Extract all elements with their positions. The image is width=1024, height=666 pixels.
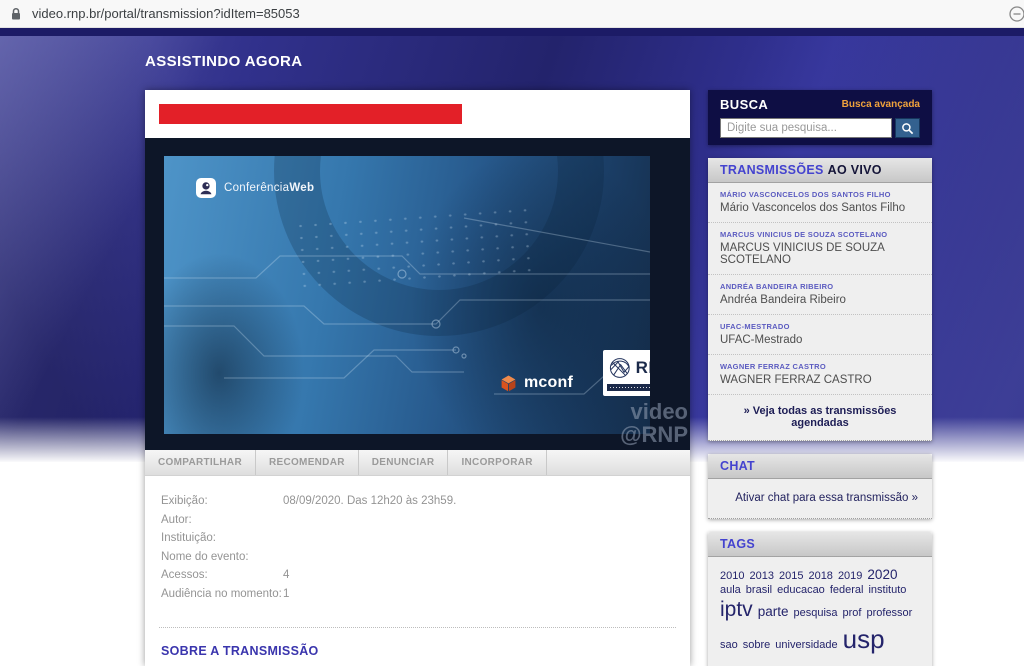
video-frame: ConferênciaWeb mconf bbox=[164, 156, 650, 434]
transmission-metadata: Exibição: 08/09/2020. Das 12h20 às 23h59… bbox=[145, 476, 690, 603]
metadata-label: Acessos: bbox=[161, 566, 283, 585]
tag-link[interactable]: 2010 bbox=[720, 570, 744, 582]
metadata-row: Exibição: 08/09/2020. Das 12h20 às 23h59… bbox=[161, 492, 690, 511]
live-item-name: Andréa Bandeira Ribeiro bbox=[720, 294, 920, 306]
tag-link[interactable]: 2019 bbox=[838, 570, 862, 582]
main-content-panel: ConferênciaWeb mconf bbox=[145, 90, 690, 666]
live-transmission-item[interactable]: MÁRIO VASCONCELOS DOS SANTOS FILHO Mário… bbox=[708, 183, 932, 223]
live-transmission-item[interactable]: UFAC-MESTRADO UFAC-Mestrado bbox=[708, 315, 932, 355]
metadata-label: Exibição: bbox=[161, 492, 283, 511]
action-button[interactable]: RECOMENDAR bbox=[256, 450, 359, 475]
tag-link[interactable]: 2013 bbox=[749, 570, 773, 582]
live-item-caps: ANDRÉA BANDEIRA RIBEIRO bbox=[720, 282, 920, 291]
metadata-row: Nome do evento: bbox=[161, 548, 690, 567]
video-rnp-watermark: video @RNP bbox=[620, 400, 688, 446]
live-item-name: MARCUS VINICIUS DE SOUZA SCOTELANO bbox=[720, 242, 920, 266]
action-button[interactable]: DENUNCIAR bbox=[359, 450, 449, 475]
conferenciaweb-label: ConferênciaWeb bbox=[224, 182, 314, 194]
mconf-label: mconf bbox=[524, 374, 573, 392]
tags-header: TAGS bbox=[708, 532, 932, 557]
search-icon bbox=[901, 122, 914, 135]
live-transmission-item[interactable]: WAGNER FERRAZ CASTRO WAGNER FERRAZ CASTR… bbox=[708, 355, 932, 395]
live-transmissions-list: MÁRIO VASCONCELOS DOS SANTOS FILHO Mário… bbox=[708, 183, 932, 395]
rnp-logo: RNP bbox=[603, 350, 650, 396]
live-transmission-item[interactable]: MARCUS VINICIUS DE SOUZA SCOTELANO MARCU… bbox=[708, 223, 932, 275]
metadata-value: 4 bbox=[283, 566, 289, 585]
activate-chat-link[interactable]: Ativar chat para essa transmissão » bbox=[708, 479, 932, 518]
metadata-label: Nome do evento: bbox=[161, 548, 283, 567]
sidebar: BUSCA Busca avançada TRANSMISSÕESAO VIVO bbox=[708, 90, 932, 666]
metadata-row: Autor: bbox=[161, 511, 690, 530]
metadata-label: Audiência no momento: bbox=[161, 585, 283, 604]
tag-link[interactable]: instituto bbox=[868, 584, 906, 596]
lock-icon bbox=[9, 6, 23, 22]
advanced-search-link[interactable]: Busca avançada bbox=[842, 99, 920, 110]
tag-link[interactable]: 2020 bbox=[867, 567, 897, 582]
tag-link[interactable]: sobre bbox=[743, 639, 771, 651]
page-title: ASSISTINDO AGORA bbox=[145, 53, 303, 70]
transmission-title-redacted-bar bbox=[159, 104, 462, 124]
tag-link[interactable]: usp bbox=[843, 624, 885, 655]
tag-link[interactable]: 2018 bbox=[808, 570, 832, 582]
live-item-caps: UFAC-MESTRADO bbox=[720, 322, 920, 331]
metadata-value: 08/09/2020. Das 12h20 às 23h59. bbox=[283, 492, 456, 511]
mconf-cube-icon bbox=[500, 375, 517, 392]
url-text[interactable]: video.rnp.br/portal/transmission?idItem=… bbox=[32, 6, 300, 21]
tag-link[interactable]: prof bbox=[843, 607, 862, 619]
mconf-logo: mconf bbox=[500, 374, 573, 392]
see-all-transmissions-link[interactable]: » Veja todas as transmissões agendadas bbox=[708, 395, 932, 440]
page: ASSISTINDO AGORA bbox=[0, 36, 1024, 666]
rnp-globe-icon bbox=[607, 353, 633, 383]
search-box: BUSCA Busca avançada bbox=[708, 90, 932, 145]
section-divider bbox=[159, 627, 676, 628]
metadata-row: Instituição: bbox=[161, 529, 690, 548]
live-transmissions-header: TRANSMISSÕESAO VIVO bbox=[708, 158, 932, 183]
tag-link[interactable]: federal bbox=[830, 584, 864, 596]
metadata-value: 1 bbox=[283, 585, 289, 604]
metadata-label: Autor: bbox=[161, 511, 283, 530]
video-player[interactable]: ConferênciaWeb mconf bbox=[145, 138, 690, 450]
live-transmissions-panel: TRANSMISSÕESAO VIVO MÁRIO VASCONCELOS DO… bbox=[708, 158, 932, 441]
live-item-name: WAGNER FERRAZ CASTRO bbox=[720, 374, 920, 386]
conferenciaweb-logo: ConferênciaWeb bbox=[196, 178, 314, 198]
live-item-name: UFAC-Mestrado bbox=[720, 334, 920, 346]
site-top-strip bbox=[0, 28, 1024, 36]
live-item-caps: WAGNER FERRAZ CASTRO bbox=[720, 362, 920, 371]
action-button[interactable]: INCORPORAR bbox=[448, 450, 546, 475]
tag-link[interactable]: parte bbox=[758, 604, 789, 619]
search-button[interactable] bbox=[895, 118, 920, 138]
chat-panel: CHAT Ativar chat para essa transmissão » bbox=[708, 454, 932, 519]
tag-link[interactable]: aula bbox=[720, 584, 741, 596]
tag-link[interactable]: 2015 bbox=[779, 570, 803, 582]
about-section-title: SOBRE A TRANSMISSÃO bbox=[161, 644, 690, 658]
tag-link[interactable]: sao bbox=[720, 639, 738, 651]
tag-link[interactable]: brasil bbox=[746, 584, 772, 596]
metadata-label: Instituição: bbox=[161, 529, 283, 548]
metadata-row: Acessos: 4 bbox=[161, 566, 690, 585]
action-buttons-bar: COMPARTILHAR RECOMENDAR DENUNCIAR INCORP… bbox=[145, 450, 690, 476]
live-item-caps: MARCUS VINICIUS DE SOUZA SCOTELANO bbox=[720, 230, 920, 239]
conferenciaweb-icon bbox=[196, 178, 216, 198]
live-item-caps: MÁRIO VASCONCELOS DOS SANTOS FILHO bbox=[720, 190, 920, 199]
chat-header: CHAT bbox=[708, 454, 932, 479]
tag-link[interactable]: universidade bbox=[775, 639, 837, 651]
metadata-row: Audiência no momento: 1 bbox=[161, 585, 690, 604]
tag-link[interactable]: iptv bbox=[720, 598, 753, 622]
live-transmission-item[interactable]: ANDRÉA BANDEIRA RIBEIRO Andréa Bandeira … bbox=[708, 275, 932, 315]
tag-cloud: 2010 2013 2015 2018 2019 2020 aula brasi… bbox=[708, 557, 932, 666]
live-item-name: Mário Vasconcelos dos Santos Filho bbox=[720, 202, 920, 214]
search-input[interactable] bbox=[720, 118, 892, 138]
rnp-label: RNP bbox=[636, 358, 650, 378]
tags-panel: TAGS 2010 2013 2015 2018 2019 2020 aula bbox=[708, 532, 932, 666]
tag-link[interactable]: educacao bbox=[777, 584, 825, 596]
tag-link[interactable]: pesquisa bbox=[793, 607, 837, 619]
search-title: BUSCA bbox=[720, 97, 768, 112]
browser-address-bar: video.rnp.br/portal/transmission?idItem=… bbox=[0, 0, 1024, 28]
zoom-out-icon[interactable] bbox=[1004, 5, 1024, 23]
rnp-tagline-strip bbox=[607, 384, 650, 391]
action-button[interactable]: COMPARTILHAR bbox=[145, 450, 256, 475]
tag-link[interactable]: professor bbox=[866, 607, 912, 619]
